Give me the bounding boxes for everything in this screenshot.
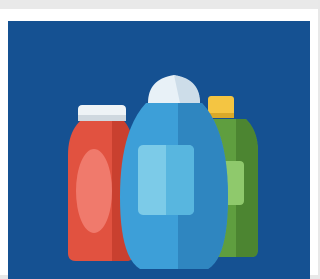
image-panel xyxy=(0,9,318,279)
bottles-svg xyxy=(8,21,310,279)
bottles-illustration xyxy=(8,21,310,279)
red-label xyxy=(76,149,112,233)
top-bar xyxy=(0,0,318,9)
page-frame xyxy=(0,0,318,279)
